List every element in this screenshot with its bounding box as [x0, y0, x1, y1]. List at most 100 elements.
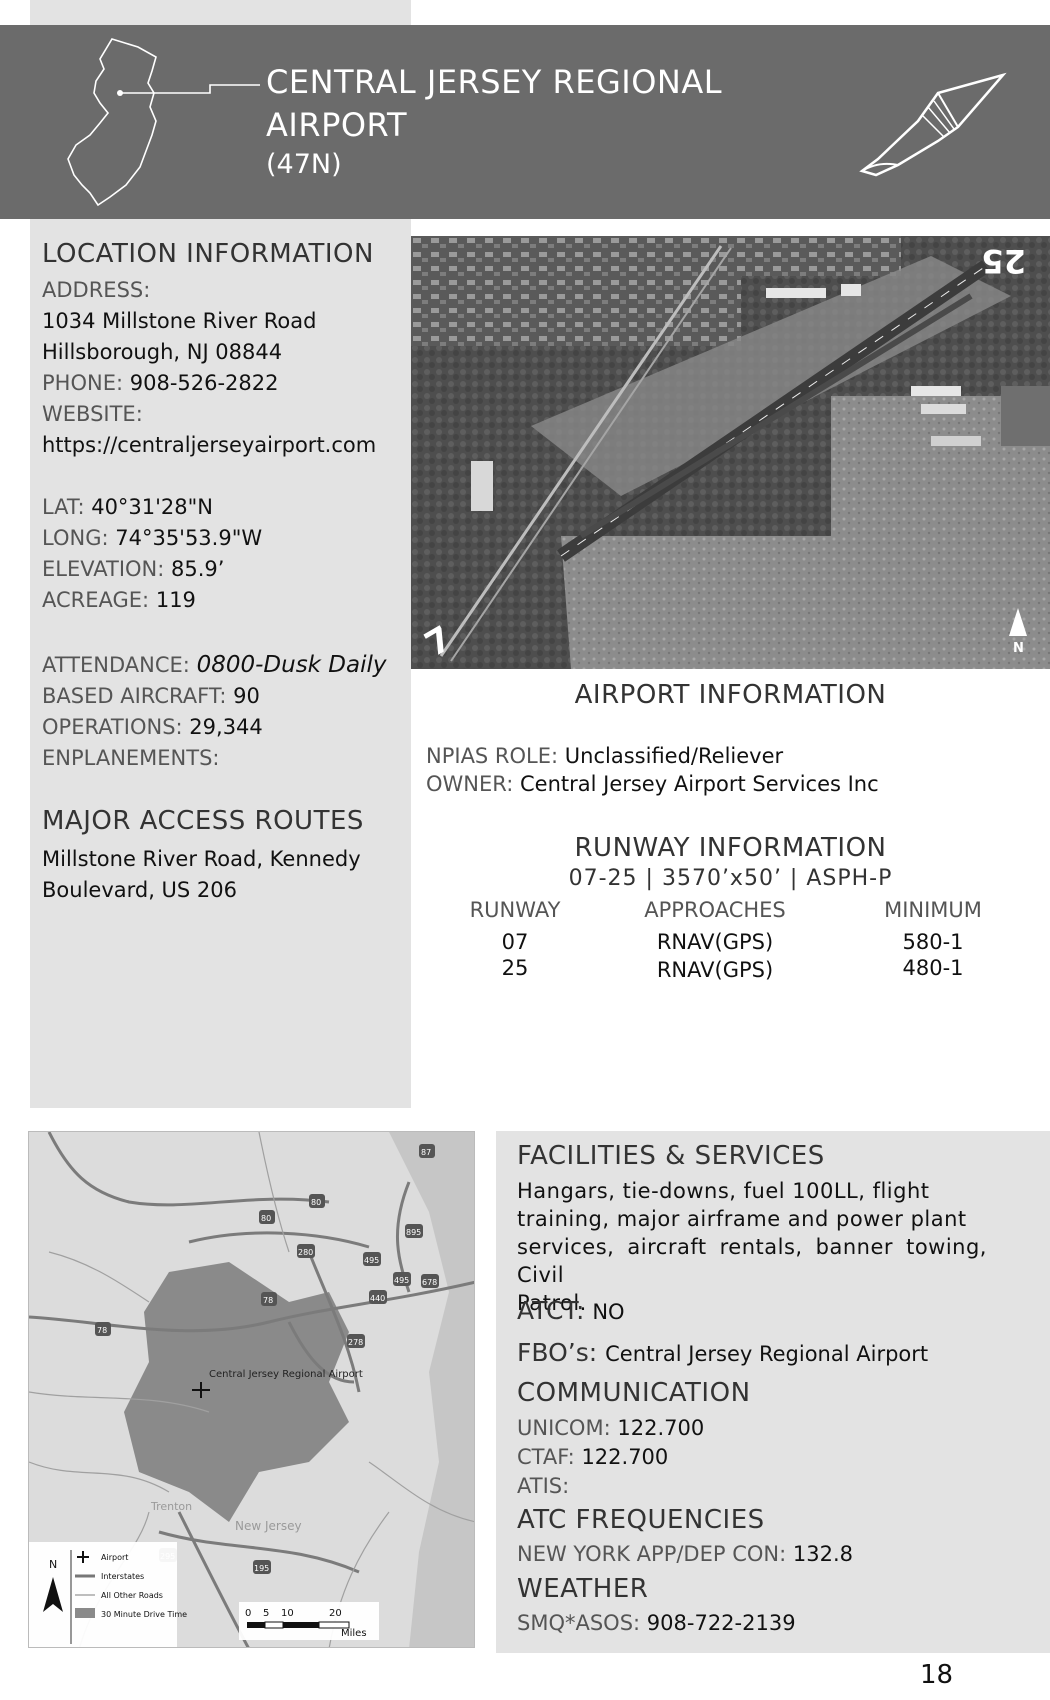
map-trenton-label: Trenton — [150, 1500, 192, 1513]
asos-row: SMQ*ASOS: 908-722-2139 — [517, 1608, 796, 1639]
svg-text:678: 678 — [422, 1278, 437, 1287]
owner-row: OWNER: Central Jersey Airport Services I… — [426, 769, 879, 800]
communication-title: COMMUNICATION — [517, 1378, 751, 1408]
address-label: ADDRESS: — [42, 278, 151, 302]
interstate-shield: 678 — [421, 1274, 439, 1288]
long-row: LONG: 74°35'53.9"W — [42, 523, 262, 554]
airport-name-line2: AIRPORT — [266, 106, 407, 144]
phone-value: 908-526-2822 — [129, 371, 279, 395]
svg-text:80: 80 — [261, 1214, 271, 1223]
runway-end-25-label: 25 — [981, 242, 1026, 280]
svg-text:Airport: Airport — [101, 1553, 128, 1562]
svg-text:30 Minute Drive Time: 30 Minute Drive Time — [101, 1610, 187, 1619]
access-routes-title: MAJOR ACCESS ROUTES — [42, 806, 364, 836]
npias-label: NPIAS ROLE: — [426, 744, 559, 768]
website-link[interactable]: https://centraljerseyairport.com — [42, 430, 376, 461]
weather-title: WEATHER — [517, 1574, 649, 1604]
operations-row: OPERATIONS: 29,344 — [42, 712, 263, 743]
attendance-label: ATTENDANCE: — [42, 653, 190, 677]
legend-north-label: N — [49, 1558, 57, 1571]
top-gray-tab — [30, 0, 411, 25]
legend-item-drive-time: 30 Minute Drive Time — [75, 1608, 187, 1619]
svg-text:495: 495 — [394, 1276, 409, 1285]
long-label: LONG: — [42, 526, 109, 550]
approaches-col-header: APPROACHES — [644, 898, 786, 922]
svg-text:Interstates: Interstates — [101, 1572, 144, 1581]
elevation-row: ELEVATION: 85.9’ — [42, 554, 224, 585]
svg-text:440: 440 — [370, 1294, 385, 1303]
access-routes-line2: Boulevard, US 206 — [42, 878, 238, 902]
interstate-shield: 78 — [95, 1322, 111, 1336]
new-jersey-map-icon — [67, 38, 260, 207]
svg-text:87: 87 — [421, 1148, 431, 1157]
interstate-shield: 278 — [347, 1334, 365, 1348]
approach-cell: RNAV(GPS) — [656, 930, 774, 954]
north-label: N — [1013, 641, 1024, 656]
facilities-line: services, aircraft rentals, banner towin… — [517, 1235, 987, 1287]
lat-row: LAT: 40°31'28"N — [42, 492, 213, 523]
attendance-row: ATTENDANCE: 0800-Dusk Daily — [42, 650, 387, 681]
location-panel: LOCATION INFORMATION ADDRESS: 1034 Mills… — [30, 219, 411, 1108]
ny-app-dep-value: 132.8 — [792, 1542, 853, 1566]
runway-cell: 07 — [501, 930, 529, 954]
interstate-shield: 78 — [261, 1292, 277, 1306]
interstate-shield: 87 — [419, 1144, 435, 1158]
svg-text:80: 80 — [311, 1198, 321, 1207]
aerial-photo: 25 7 N — [411, 236, 1050, 669]
atis-row: ATIS: — [517, 1471, 569, 1502]
facilities-panel: FACILITIES & SERVICES Hangars, tie-downs… — [496, 1131, 1050, 1653]
phone-row: PHONE: 908-526-2822 — [42, 368, 279, 399]
airport-name-line1: CENTRAL JERSEY REGIONAL — [266, 63, 723, 101]
interstate-shield: 495 — [363, 1252, 381, 1266]
fbo-label: FBO’s: — [517, 1338, 598, 1367]
npias-value: Unclassified/Reliever — [564, 744, 784, 768]
owner-value: Central Jersey Airport Services Inc — [519, 772, 879, 796]
unicom-label: UNICOM: — [517, 1416, 611, 1440]
atct-row: ATCT: NO — [517, 1296, 625, 1325]
npias-row: NPIAS ROLE: Unclassified/Reliever — [426, 741, 783, 772]
svg-text:495: 495 — [364, 1256, 379, 1265]
fbo-value: Central Jersey Regional Airport — [605, 1342, 929, 1366]
minimum-cell: 480-1 — [902, 956, 964, 980]
asos-label: SMQ*ASOS: — [517, 1611, 641, 1635]
atct-label: ATCT: — [517, 1296, 585, 1325]
long-value: 74°35'53.9"W — [115, 526, 263, 550]
interstate-shield: 440 — [369, 1290, 387, 1304]
elevation-value: 85.9’ — [171, 557, 225, 581]
lat-label: LAT: — [42, 495, 85, 519]
access-routes-line1: Millstone River Road, Kennedy — [42, 847, 361, 871]
svg-text:0: 0 — [245, 1608, 251, 1619]
runway-col-header: RUNWAY — [469, 898, 561, 922]
enplanements-row: ENPLANEMENTS: — [42, 743, 220, 774]
facilities-line: Hangars, tie-downs, fuel 100LL, flight — [517, 1179, 930, 1203]
acreage-label: ACREAGE: — [42, 588, 150, 612]
page-number: 18 — [920, 1660, 954, 1690]
svg-text:78: 78 — [97, 1326, 107, 1335]
airport-info-title: AIRPORT INFORMATION — [574, 680, 887, 710]
interstate-shield: 80 — [309, 1194, 325, 1208]
svg-text:280: 280 — [298, 1248, 313, 1257]
acreage-value: 119 — [155, 588, 196, 612]
unicom-row: UNICOM: 122.700 — [517, 1413, 704, 1444]
ny-app-dep-row: NEW YORK APP/DEP CON: 132.8 — [517, 1539, 853, 1570]
svg-text:20: 20 — [329, 1608, 342, 1619]
interstate-shield: 80 — [259, 1210, 275, 1224]
svg-text:10: 10 — [281, 1608, 294, 1619]
svg-text:895: 895 — [406, 1228, 421, 1237]
atis-label: ATIS: — [517, 1474, 570, 1498]
attendance-value: 0800-Dusk Daily — [196, 652, 387, 678]
fbo-row: FBO’s: Central Jersey Regional Airport — [517, 1338, 928, 1367]
ctaf-label: CTAF: — [517, 1445, 575, 1469]
acreage-row: ACREAGE: 119 — [42, 585, 196, 616]
svg-text:195: 195 — [254, 1564, 269, 1573]
runway-summary: 07-25 | 3570’x50’ | ASPH-P — [568, 866, 893, 891]
airport-code: (47N) — [266, 149, 342, 180]
ny-app-dep-label: NEW YORK APP/DEP CON: — [517, 1542, 787, 1566]
address-line2: Hillsborough, NJ 08844 — [42, 340, 283, 364]
phone-label: PHONE: — [42, 371, 124, 395]
map-new-jersey-label: New Jersey — [235, 1519, 302, 1533]
interstate-shield: 280 — [297, 1244, 315, 1258]
page-header: CENTRAL JERSEY REGIONAL AIRPORT (47N) — [0, 25, 1050, 219]
ctaf-value: 122.700 — [581, 1445, 669, 1469]
elevation-label: ELEVATION: — [42, 557, 165, 581]
